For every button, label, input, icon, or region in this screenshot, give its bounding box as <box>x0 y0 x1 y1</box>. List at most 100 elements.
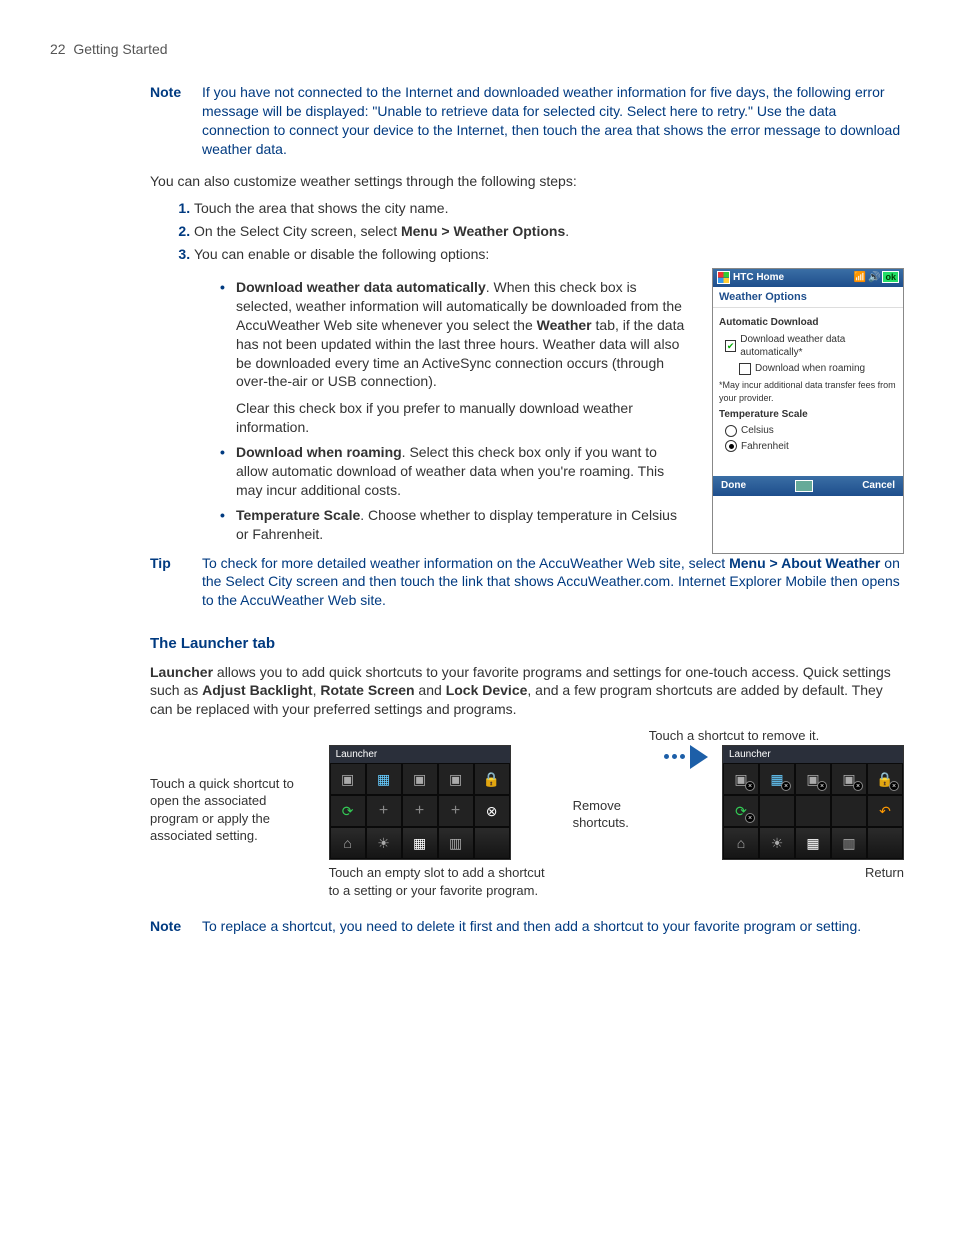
signal-icon: 📶 <box>854 272 866 283</box>
tab-weather[interactable]: ☀ <box>759 827 795 859</box>
tip-label: Tip <box>150 554 202 611</box>
return-icon: ↶ <box>876 802 894 820</box>
weather-options-screenshot: HTC Home 📶🔊ok Weather Options Automatic … <box>712 268 904 554</box>
tab-launcher[interactable]: ▦ <box>795 827 831 859</box>
checkbox-row-auto[interactable]: Download weather data automatically* <box>725 333 897 360</box>
shortcut-slot-removable[interactable]: 🔒× <box>867 763 903 795</box>
empty-slot[interactable]: + <box>402 795 438 827</box>
callout-remove-shortcut: Touch a shortcut to remove it. <box>644 727 824 745</box>
tab-home[interactable]: ⌂ <box>330 827 366 859</box>
radio-icon[interactable] <box>725 440 737 452</box>
step-1: Touch the area that shows the city name. <box>194 199 904 218</box>
refresh-icon: ⟳ <box>339 802 357 820</box>
empty-slot <box>759 795 795 827</box>
empty-slot[interactable]: + <box>366 795 402 827</box>
tab-audio[interactable]: ▥ <box>438 827 474 859</box>
page-number: 22 <box>50 41 66 57</box>
grid-icon: ▦ <box>804 834 822 852</box>
volume-icon: 🔊 <box>868 272 880 283</box>
shortcut-slot-removable[interactable]: ▣× <box>723 763 759 795</box>
callout-return: Return <box>722 864 904 882</box>
radio-row-celsius[interactable]: Celsius <box>725 424 897 438</box>
phone-subtitle: Weather Options <box>713 287 903 309</box>
tab-audio[interactable]: ▥ <box>831 827 867 859</box>
tab-spacer <box>474 827 510 859</box>
audio-icon: ▥ <box>447 834 465 852</box>
empty-slot[interactable]: + <box>438 795 474 827</box>
radio-icon[interactable] <box>725 425 737 437</box>
tab-spacer <box>867 827 903 859</box>
callout-empty-slot: Touch an empty slot to add a shortcut to… <box>329 864 559 899</box>
shortcut-slot-removable[interactable]: ▦× <box>759 763 795 795</box>
shortcut-slot-removable[interactable]: ⟳× <box>723 795 759 827</box>
section-auto-download: Automatic Download <box>719 316 897 330</box>
launcher-figure: Touch a quick shortcut to open the assoc… <box>150 745 904 900</box>
menu-path: Menu > Weather Options <box>401 223 565 239</box>
note-text: To replace a shortcut, you need to delet… <box>202 917 904 936</box>
bullet-roaming: Download when roaming. Select this check… <box>220 443 692 500</box>
titlebar-status-icons: 📶🔊ok <box>852 271 899 285</box>
lock-icon: 🔒 <box>483 770 501 788</box>
launcher-paragraph: Launcher allows you to add quick shortcu… <box>150 663 904 720</box>
tab-launcher[interactable]: ▦ <box>402 827 438 859</box>
shortcut-slot[interactable]: 🔒 <box>474 763 510 795</box>
empty-slot <box>831 795 867 827</box>
section-temp-scale: Temperature Scale <box>719 408 897 422</box>
bullet-download-auto: Download weather data automatically. Whe… <box>220 278 692 437</box>
keyboard-icon[interactable] <box>795 480 813 492</box>
cancel-softkey[interactable]: Cancel <box>862 479 895 493</box>
shortcut-slot-removable[interactable]: ▣× <box>831 763 867 795</box>
transition-arrow-icon <box>664 745 708 769</box>
shortcut-slot-removable[interactable]: ▣× <box>795 763 831 795</box>
grid-icon: ▦ <box>411 834 429 852</box>
intro-text: You can also customize weather settings … <box>150 172 904 191</box>
delete-x-icon[interactable]: × <box>781 781 791 791</box>
ok-button[interactable]: ok <box>882 271 899 283</box>
delete-x-icon[interactable]: × <box>817 781 827 791</box>
radio-row-fahrenheit[interactable]: Fahrenheit <box>725 440 897 454</box>
remove-shortcuts-button[interactable]: ⊗ <box>474 795 510 827</box>
phone-titlebar: HTC Home 📶🔊ok <box>713 269 903 287</box>
sun-icon: ☀ <box>375 834 393 852</box>
phone-title: HTC Home <box>733 271 784 285</box>
bullet-clear-note: Clear this check box if you prefer to ma… <box>236 399 692 437</box>
shortcut-slot[interactable]: ▣ <box>438 763 474 795</box>
return-button[interactable]: ↶ <box>867 795 903 827</box>
callout-quick-shortcut: Touch a quick shortcut to open the assoc… <box>150 745 315 845</box>
delete-x-icon[interactable]: × <box>889 781 899 791</box>
delete-x-icon[interactable]: × <box>745 813 755 823</box>
tab-weather[interactable]: ☀ <box>366 827 402 859</box>
tab-home[interactable]: ⌂ <box>723 827 759 859</box>
shortcut-slot[interactable]: ▦ <box>366 763 402 795</box>
shortcut-slot[interactable]: ▣ <box>330 763 366 795</box>
phone-footnote: *May incur additional data transfer fees… <box>719 379 897 403</box>
note-label: Note <box>150 83 202 159</box>
note-label: Note <box>150 917 202 936</box>
bullet-temp-scale: Temperature Scale. Choose whether to dis… <box>220 506 692 544</box>
delete-x-icon[interactable]: × <box>745 781 755 791</box>
checkbox-icon[interactable] <box>739 363 751 375</box>
rotate-icon: ▣ <box>411 770 429 788</box>
done-softkey[interactable]: Done <box>721 479 746 493</box>
launcher-title: Launcher <box>723 746 903 764</box>
launcher-title: Launcher <box>330 746 510 764</box>
note-block-2: Note To replace a shortcut, you need to … <box>50 917 904 936</box>
step-2: On the Select City screen, select Menu >… <box>194 222 904 241</box>
shortcut-slot[interactable]: ⟳ <box>330 795 366 827</box>
delete-x-icon[interactable]: × <box>853 781 863 791</box>
tip-text: To check for more detailed weather infor… <box>202 554 904 611</box>
shortcut-slot[interactable]: ▣ <box>402 763 438 795</box>
step-3: You can enable or disable the following … <box>194 245 904 264</box>
checkbox-row-roaming[interactable]: Download when roaming <box>739 362 897 376</box>
phone-bottombar: Done Cancel <box>713 476 903 496</box>
empty-slot <box>795 795 831 827</box>
note-text: If you have not connected to the Interne… <box>202 83 904 159</box>
windows-flag-icon <box>717 271 730 284</box>
checkbox-icon[interactable] <box>725 340 736 352</box>
launcher-panel-normal: Launcher ▣ ▦ ▣ ▣ 🔒 ⟳ + + + ⊗ ⌂ ☀ ▦ ▥ <box>329 745 511 861</box>
option-bullets: Download weather data automatically. Whe… <box>220 272 692 550</box>
launcher-heading: The Launcher tab <box>150 634 904 654</box>
section-title: Getting Started <box>73 41 167 57</box>
page-header: 22 Getting Started <box>50 40 904 59</box>
note-block-1: Note If you have not connected to the In… <box>50 83 904 159</box>
